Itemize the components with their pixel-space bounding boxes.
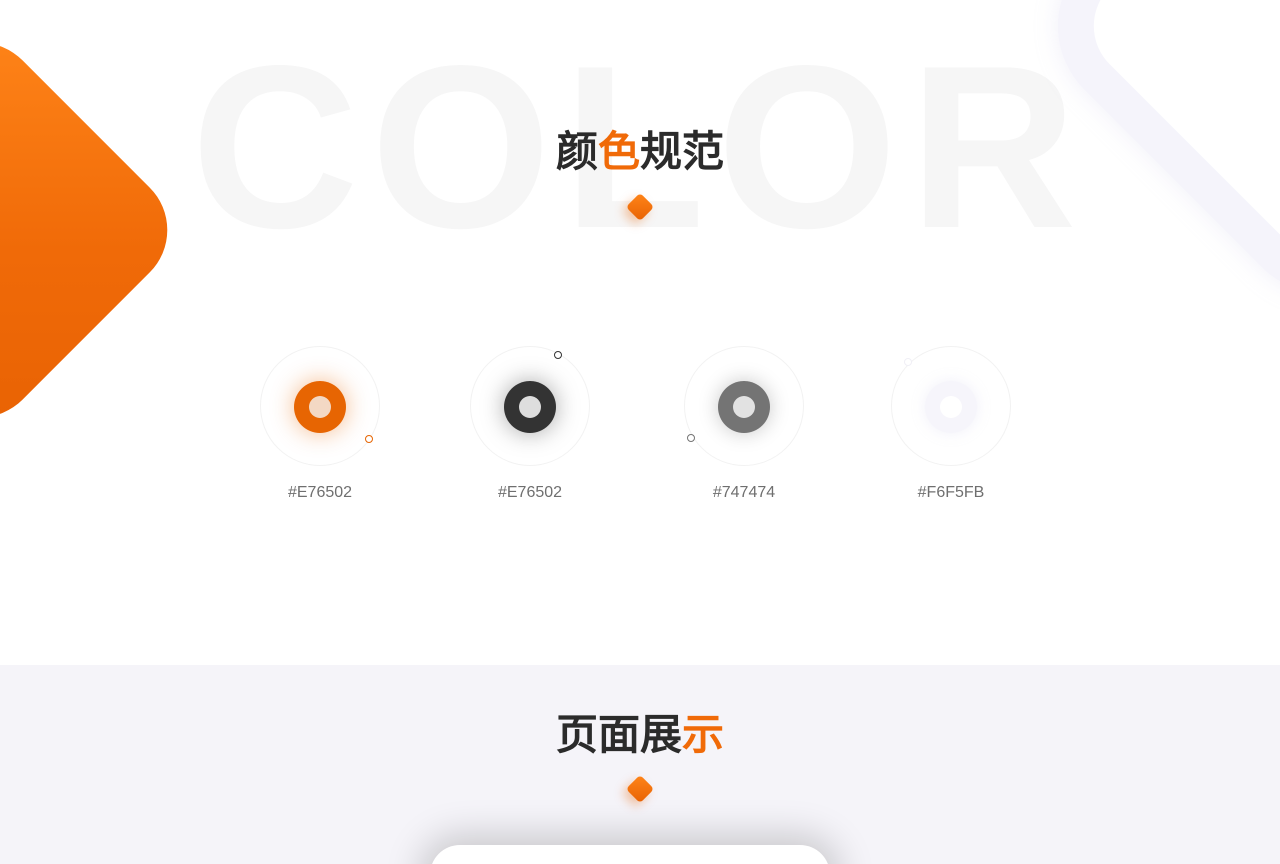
color-swatch: #E76502 [260, 346, 380, 506]
color-swatch: #F6F5FB [891, 346, 1011, 506]
swatch-color-disc [718, 381, 770, 433]
swatch-hex-code: #747474 [712, 484, 776, 501]
orbit-dot-icon [554, 351, 562, 359]
title-part-1: 页面展 [555, 710, 682, 759]
swatch-center-dot [519, 396, 541, 418]
color-spec-title: 颜色规范 [0, 127, 1280, 177]
title-accent-char: 示 [682, 710, 725, 759]
swatch-color-disc [925, 381, 977, 433]
orbit-dot-icon [904, 358, 912, 366]
title-part-2: 规范 [640, 127, 725, 176]
page-preview-card [430, 845, 830, 864]
swatch-color-disc [294, 381, 346, 433]
swatch-hex-code: #E76502 [287, 484, 353, 501]
orbit-dot-icon [365, 435, 373, 443]
title-part-1: 颜 [555, 127, 598, 176]
page-showcase-title: 页面展示 [0, 710, 1280, 760]
title-accent-char: 色 [597, 127, 640, 176]
color-spec-section: COLOR 颜色规范 #E76502 #E76502 #747474 #F6F5… [0, 0, 1280, 665]
color-swatch: #747474 [684, 346, 804, 506]
orbit-dot-icon [687, 434, 695, 442]
swatch-color-disc [504, 381, 556, 433]
color-swatch: #E76502 [470, 346, 590, 506]
swatch-hex-code: #F6F5FB [917, 484, 985, 501]
swatch-center-dot [940, 396, 962, 418]
swatch-center-dot [309, 396, 331, 418]
page-showcase-section: 页面展示 [0, 665, 1280, 864]
diamond-divider-icon [625, 774, 655, 804]
swatch-center-dot [733, 396, 755, 418]
swatch-hex-code: #E76502 [497, 484, 563, 501]
